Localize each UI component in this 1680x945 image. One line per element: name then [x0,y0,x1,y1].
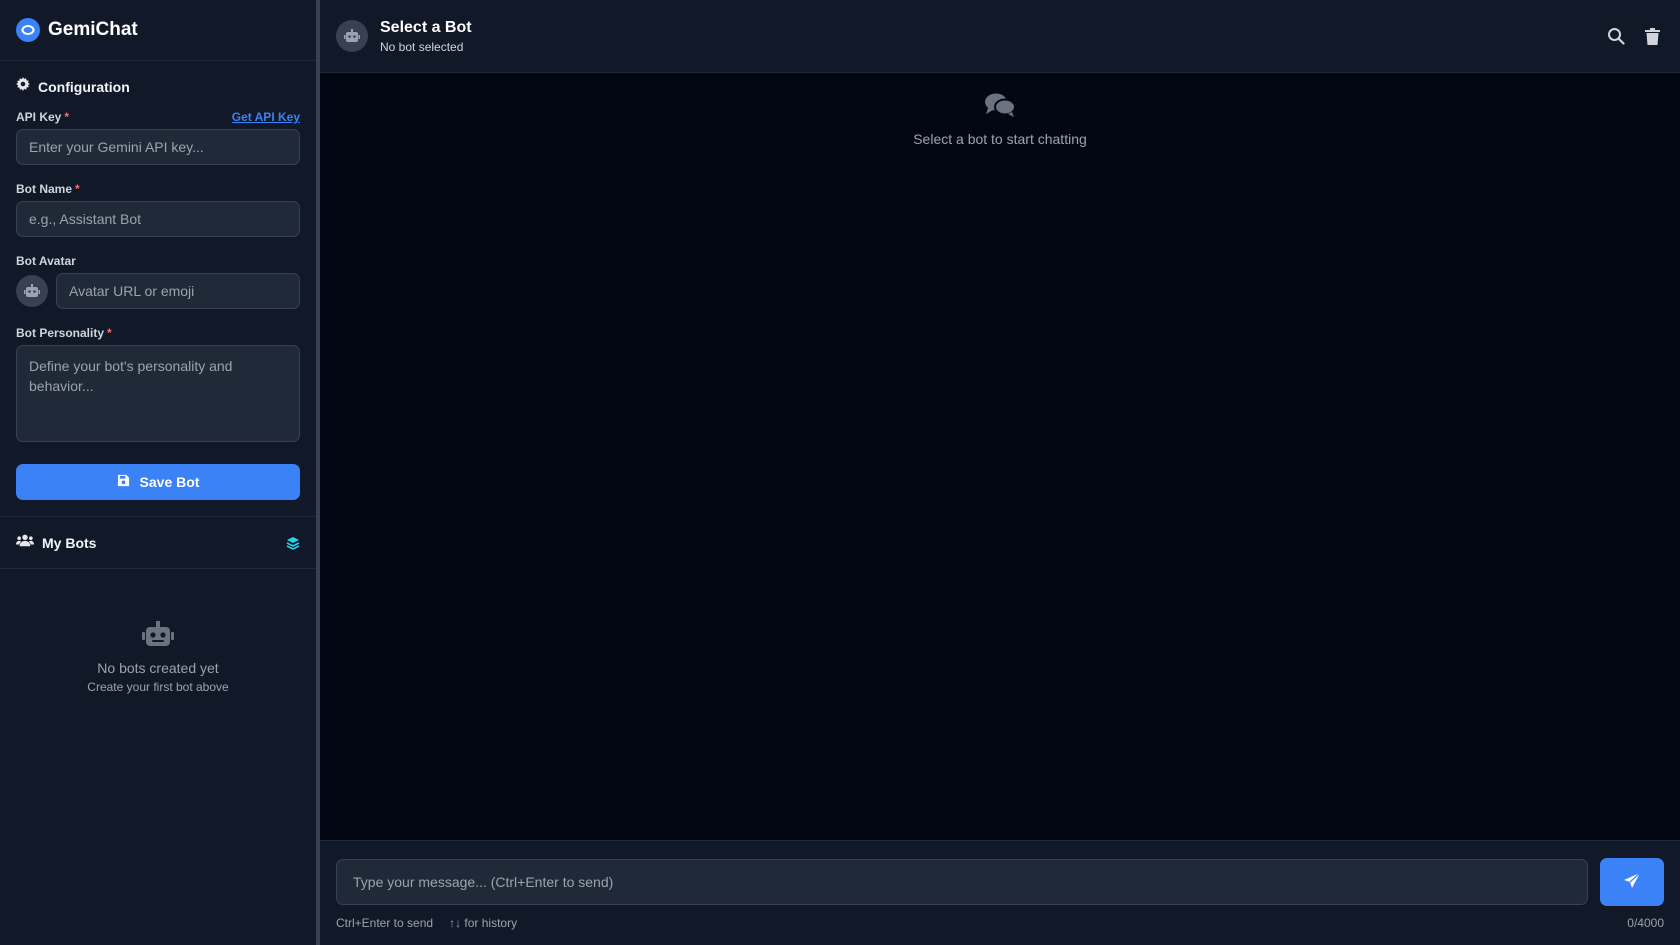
avatar-row [16,273,300,309]
chat-subtitle: No bot selected [380,39,464,54]
bot-personality-label: Bot Personality * [16,326,112,340]
required-marker: * [107,326,112,340]
empty-bots-title: No bots created yet [97,660,219,676]
empty-bots-subtitle: Create your first bot above [87,680,229,694]
robot-icon [336,20,368,52]
app-title: GemiChat [48,19,138,40]
my-bots-header: My Bots [0,517,316,569]
hint-history: ↑↓ for history [449,916,518,930]
trash-icon[interactable] [1645,27,1660,45]
bot-avatar-label-row: Bot Avatar [16,254,300,268]
composer-hints-left: Ctrl+Enter to send ↑↓ for history [336,916,517,930]
chat-header: Select a Bot No bot selected [320,0,1680,73]
api-key-field-group: API Key * Get API Key [16,110,300,165]
api-key-label-row: API Key * Get API Key [16,110,300,124]
configuration-header: Configuration [16,77,300,96]
bot-personality-label-row: Bot Personality * [16,326,300,340]
paper-plane-icon [1623,872,1641,893]
bot-personality-field-group: Bot Personality * [16,326,300,447]
bot-name-field-group: Bot Name * [16,182,300,237]
composer-row [336,858,1664,906]
messages-area: Select a bot to start chatting [320,73,1680,840]
api-key-label: API Key * [16,110,70,124]
floppy-disk-icon [117,474,130,490]
bot-name-label: Bot Name * [16,182,80,196]
composer-hints: Ctrl+Enter to send ↑↓ for history 0/4000 [336,916,1664,930]
required-marker: * [75,182,80,196]
robot-icon [16,275,48,307]
robot-icon [142,620,174,652]
bot-avatar-input[interactable] [56,273,300,309]
my-bots-title: My Bots [42,534,97,551]
api-key-input[interactable] [16,129,300,165]
layers-icon[interactable] [286,536,300,550]
empty-chat-text: Select a bot to start chatting [913,131,1087,147]
message-composer: Ctrl+Enter to send ↑↓ for history 0/4000 [320,840,1680,945]
hint-send: Ctrl+Enter to send [336,916,434,930]
sidebar: GemiChat Configuration API Key * Get API … [0,0,320,945]
bot-personality-textarea[interactable] [16,345,300,442]
chat-bubble-icon [16,18,40,42]
bot-name-input[interactable] [16,201,300,237]
users-icon [16,533,34,552]
chat-header-info: Select a Bot No bot selected [336,19,472,54]
my-bots-title-group: My Bots [16,533,96,552]
chat-title-group: Select a Bot No bot selected [380,19,472,54]
brand-header: GemiChat [0,0,316,61]
gear-icon [16,77,30,96]
configuration-title: Configuration [38,78,130,95]
get-api-key-link[interactable]: Get API Key [232,110,300,124]
configuration-panel: Configuration API Key * Get API Key Bot N… [0,61,316,517]
character-count: 0/4000 [1627,916,1664,930]
chat-main: Select a Bot No bot selected Select a bo… [320,0,1680,945]
send-button[interactable] [1600,858,1664,906]
save-bot-button[interactable]: Save Bot [16,464,300,500]
search-icon[interactable] [1607,27,1625,45]
bot-avatar-label: Bot Avatar [16,254,76,268]
message-input[interactable] [336,859,1588,905]
required-marker: * [64,110,70,124]
empty-bots-state: No bots created yet Create your first bo… [0,569,316,694]
comments-icon [984,92,1016,123]
chat-header-actions [1607,27,1664,45]
bot-name-label-row: Bot Name * [16,182,300,196]
bot-avatar-field-group: Bot Avatar [16,254,300,309]
chat-title: Select a Bot [380,18,472,36]
save-bot-label: Save Bot [139,474,200,490]
